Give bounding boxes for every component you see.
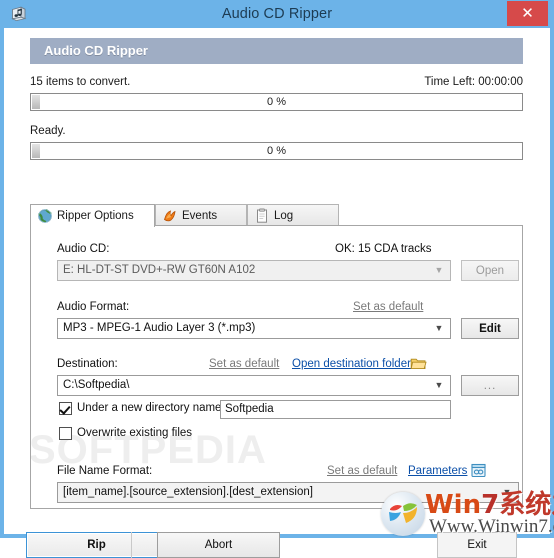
- tabstrip: Ripper Options Events Log: [30, 204, 523, 227]
- application-window: Audio CD Ripper ✕ Audio CD Ripper 15 ite…: [0, 0, 554, 558]
- tab-log[interactable]: Log: [247, 204, 339, 226]
- rip-button[interactable]: Rip: [26, 532, 167, 558]
- destination-set-default-link[interactable]: Set as default: [209, 358, 279, 370]
- audio-format-select[interactable]: MP3 - MPEG-1 Audio Layer 3 (*.mp3) ▼: [57, 318, 451, 339]
- overwrite-existing-label[interactable]: Overwrite existing files: [77, 427, 192, 439]
- ready-status-text: Ready.: [30, 125, 66, 137]
- cda-tracks-status: OK: 15 CDA tracks: [335, 243, 432, 255]
- window-title: Audio CD Ripper: [221, 6, 333, 22]
- footer-separator: [131, 532, 132, 558]
- titlebar: Audio CD Ripper ✕: [0, 0, 554, 28]
- new-directory-input[interactable]: Softpedia: [220, 400, 451, 419]
- open-button[interactable]: Open: [461, 260, 519, 281]
- browse-destination-button[interactable]: ...: [461, 375, 519, 396]
- destination-label: Destination:: [57, 358, 118, 370]
- tab-label: Log: [274, 210, 294, 222]
- ripper-options-panel: SOFTPEDIA Audio CD: OK: 15 CDA tracks E:…: [29, 225, 523, 509]
- file-name-format-value: [item_name].[source_extension].[dest_ext…: [63, 486, 313, 498]
- chevron-down-icon: ▼: [502, 487, 512, 497]
- items-status-text: 15 items to convert.: [30, 76, 131, 88]
- audio-cd-label: Audio CD:: [57, 243, 110, 255]
- audio-cd-drive-value: E: HL-DT-ST DVD+-RW GT60N A102: [63, 264, 256, 276]
- overwrite-existing-checkbox[interactable]: [59, 427, 72, 440]
- audio-format-set-default-link[interactable]: Set as default: [353, 301, 423, 313]
- new-directory-checkbox[interactable]: [59, 402, 72, 415]
- chevron-down-icon: ▼: [434, 380, 444, 390]
- destination-path-select[interactable]: C:\Softpedia\ ▼: [57, 375, 451, 396]
- abort-button[interactable]: Abort: [157, 532, 280, 558]
- open-destination-folder-link[interactable]: Open destination folder: [292, 358, 411, 370]
- globe-icon: [37, 208, 53, 224]
- tab-ripper-options[interactable]: Ripper Options: [30, 204, 155, 227]
- close-icon[interactable]: ✕: [507, 1, 548, 26]
- parameters-link[interactable]: Parameters: [408, 465, 467, 477]
- chevron-down-icon: ▼: [434, 323, 444, 333]
- file-name-format-select[interactable]: [item_name].[source_extension].[dest_ext…: [57, 482, 519, 503]
- flame-icon: [162, 208, 178, 224]
- audio-format-value: MP3 - MPEG-1 Audio Layer 3 (*.mp3): [63, 322, 256, 334]
- edit-format-button[interactable]: Edit: [461, 318, 519, 339]
- audio-cd-drive-select[interactable]: E: HL-DT-ST DVD+-RW GT60N A102 ▼: [57, 260, 451, 281]
- tab-label: Events: [182, 210, 218, 222]
- clipboard-icon: [254, 208, 270, 224]
- header-banner: Audio CD Ripper: [30, 38, 523, 64]
- client-area: Audio CD Ripper 15 items to convert. Tim…: [4, 28, 550, 558]
- tab-label: Ripper Options: [57, 210, 134, 222]
- folder-icon[interactable]: [410, 356, 427, 371]
- current-progress-bar: 0 %: [30, 142, 523, 160]
- current-progress-label: 0 %: [267, 145, 286, 157]
- destination-path-value: C:\Softpedia\: [63, 379, 130, 391]
- tab-events[interactable]: Events: [155, 204, 247, 226]
- overall-progress-bar: 0 %: [30, 93, 523, 111]
- overall-progress-label: 0 %: [267, 96, 286, 108]
- time-left-text: Time Left: 00:00:00: [424, 76, 523, 88]
- parameters-icon[interactable]: [471, 463, 486, 478]
- exit-button[interactable]: Exit: [437, 532, 517, 558]
- file-name-format-label: File Name Format:: [57, 465, 153, 477]
- new-directory-label[interactable]: Under a new directory name:: [77, 402, 225, 414]
- file-name-set-default-link[interactable]: Set as default: [327, 465, 397, 477]
- audio-format-label: Audio Format:: [57, 301, 130, 313]
- chevron-down-icon: ▼: [434, 265, 444, 275]
- header-banner-title: Audio CD Ripper: [44, 43, 148, 58]
